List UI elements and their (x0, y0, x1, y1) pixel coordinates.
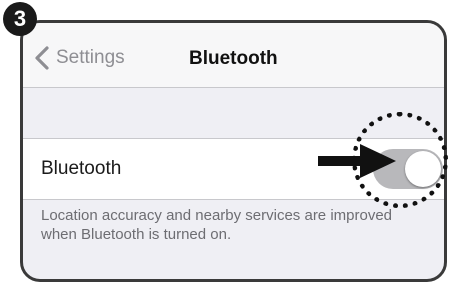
navigation-bar: Settings Bluetooth (23, 23, 444, 88)
bluetooth-label: Bluetooth (41, 158, 122, 179)
chevron-left-icon (35, 46, 49, 70)
back-button[interactable]: Settings (33, 43, 125, 73)
step-number-badge: 3 (3, 2, 37, 36)
back-button-label: Settings (56, 47, 125, 68)
bluetooth-footer-note: Location accuracy and nearby services ar… (41, 207, 393, 243)
page-title: Bluetooth (189, 48, 278, 69)
arrow-right-icon (318, 144, 396, 178)
